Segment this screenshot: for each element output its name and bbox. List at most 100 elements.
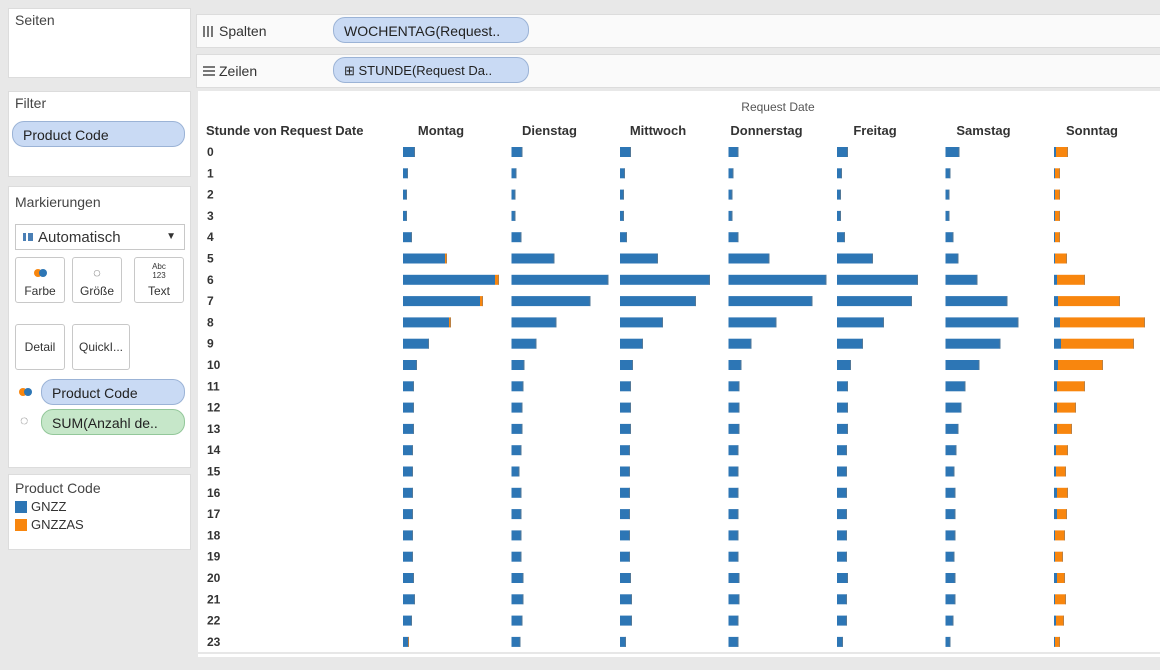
- bar-gnzzas: [1056, 615, 1064, 626]
- bar-gnzz: [837, 487, 847, 498]
- hour-label: 0: [207, 145, 214, 159]
- bar-gnzz: [620, 615, 632, 626]
- color-card[interactable]: Farbe: [15, 257, 65, 303]
- bar-end: [412, 551, 413, 562]
- bar-gnzz: [728, 551, 739, 562]
- bar-gnzz: [945, 551, 955, 562]
- bar-end: [862, 338, 863, 349]
- bar-gnzz: [511, 317, 557, 328]
- bar-end: [657, 253, 658, 264]
- bar-gnzzas: [1055, 253, 1067, 264]
- bar-gnzz: [1054, 381, 1057, 392]
- bar-gnzz: [511, 296, 591, 307]
- bar-gnzzas: [1057, 402, 1076, 413]
- bar-end: [1062, 551, 1063, 562]
- bar-gnzz: [511, 274, 609, 285]
- bar-end: [740, 360, 742, 370]
- hour-label: 20: [207, 571, 221, 585]
- bar-end: [955, 445, 957, 456]
- bar-gnzzas: [1057, 509, 1067, 520]
- bar-end: [1133, 338, 1134, 349]
- filter-pill-product-code[interactable]: Product Code: [12, 121, 185, 147]
- chart-title: Request Date: [741, 100, 815, 114]
- bar-end: [522, 573, 524, 583]
- rows-pill[interactable]: ⊞ STUNDE(Request Da..: [333, 57, 529, 83]
- bar-gnzz: [620, 423, 631, 434]
- bar-gnzzas: [1058, 360, 1103, 370]
- detail-card-label: Detail: [24, 340, 56, 354]
- bar-gnzz: [1054, 466, 1056, 477]
- bar-gnzz: [620, 360, 633, 370]
- text-card[interactable]: Abc 123 Text: [134, 257, 184, 303]
- tooltip-card[interactable]: QuickI...: [72, 324, 130, 370]
- bar-gnzz: [511, 338, 537, 349]
- bar-gnzz: [403, 402, 414, 413]
- legend-item-gnzz[interactable]: GNZZ: [9, 498, 190, 516]
- legend-item-gnzzas[interactable]: GNZZAS: [9, 516, 190, 534]
- hour-label: 9: [207, 337, 214, 351]
- column-header-montag: Montag: [418, 123, 464, 138]
- bar-gnzz: [837, 381, 848, 392]
- bar-end: [846, 615, 847, 626]
- bar-end: [1144, 317, 1145, 328]
- bar-end: [737, 232, 739, 243]
- bar-end: [846, 445, 847, 456]
- bar-gnzz: [1054, 168, 1055, 179]
- bar-gnzz: [837, 147, 848, 157]
- bar-end: [624, 168, 625, 179]
- bar-end: [883, 317, 884, 328]
- bar-end: [847, 381, 848, 392]
- bar-gnzzas: [1056, 466, 1066, 477]
- bar-gnzz: [1054, 232, 1055, 243]
- bar-gnzz: [728, 487, 739, 498]
- bar-end: [642, 338, 643, 349]
- bar-gnzz: [511, 530, 522, 541]
- bar-gnzz: [1054, 551, 1055, 562]
- columns-shelf[interactable]: Spalten WOCHENTAG(Request..: [196, 14, 1160, 48]
- filter-title: Filter: [15, 95, 47, 111]
- bar-end: [521, 423, 523, 434]
- hour-label: 2: [207, 188, 214, 202]
- bar-gnzzas: [1057, 274, 1085, 285]
- bar-end: [976, 274, 978, 285]
- bar-end: [520, 551, 522, 562]
- column-header-mittwoch: Mittwoch: [630, 123, 686, 138]
- bar-gnzz: [728, 232, 739, 243]
- bar-end: [846, 466, 847, 477]
- bar-end: [416, 360, 417, 370]
- bar-end: [1064, 573, 1065, 583]
- bar-gnzz: [511, 402, 523, 413]
- size-field-pill[interactable]: SUM(Anzahl de..: [41, 409, 185, 435]
- bar-gnzzas: [1060, 317, 1145, 328]
- bar-end: [695, 296, 696, 307]
- bar-end: [731, 189, 733, 200]
- bar-gnzz: [1054, 296, 1058, 307]
- marks-title: Markierungen: [15, 194, 101, 210]
- bar-gnzz: [728, 147, 739, 157]
- bar-gnzz: [620, 530, 630, 541]
- bar-end: [1067, 147, 1068, 157]
- bar-end: [589, 296, 591, 307]
- bar-gnzz: [403, 296, 480, 307]
- bar-end: [709, 274, 710, 285]
- bar-end: [1059, 168, 1060, 179]
- bar-end: [948, 210, 950, 221]
- bar-end: [498, 274, 499, 285]
- bar-end: [631, 615, 632, 626]
- bar-gnzz: [620, 466, 630, 477]
- bar-gnzz: [945, 509, 956, 520]
- color-field-pill[interactable]: Product Code: [41, 379, 185, 405]
- bar-end: [1066, 253, 1067, 264]
- bar-end: [414, 594, 415, 605]
- size-card[interactable]: ◌ Größe: [72, 257, 122, 303]
- rows-shelf[interactable]: Zeilen ⊞ STUNDE(Request Da..: [196, 54, 1160, 88]
- column-header-samstag: Samstag: [956, 123, 1010, 138]
- detail-card[interactable]: Detail: [15, 324, 65, 370]
- legend-swatch-gnzz: [15, 501, 27, 513]
- mark-type-dropdown[interactable]: Automatisch ▼: [15, 224, 185, 250]
- columns-pill[interactable]: WOCHENTAG(Request..: [333, 17, 529, 43]
- bar-end: [738, 402, 740, 413]
- hour-label: 21: [207, 592, 221, 606]
- bar-gnzz: [403, 147, 415, 157]
- bar-end: [846, 551, 847, 562]
